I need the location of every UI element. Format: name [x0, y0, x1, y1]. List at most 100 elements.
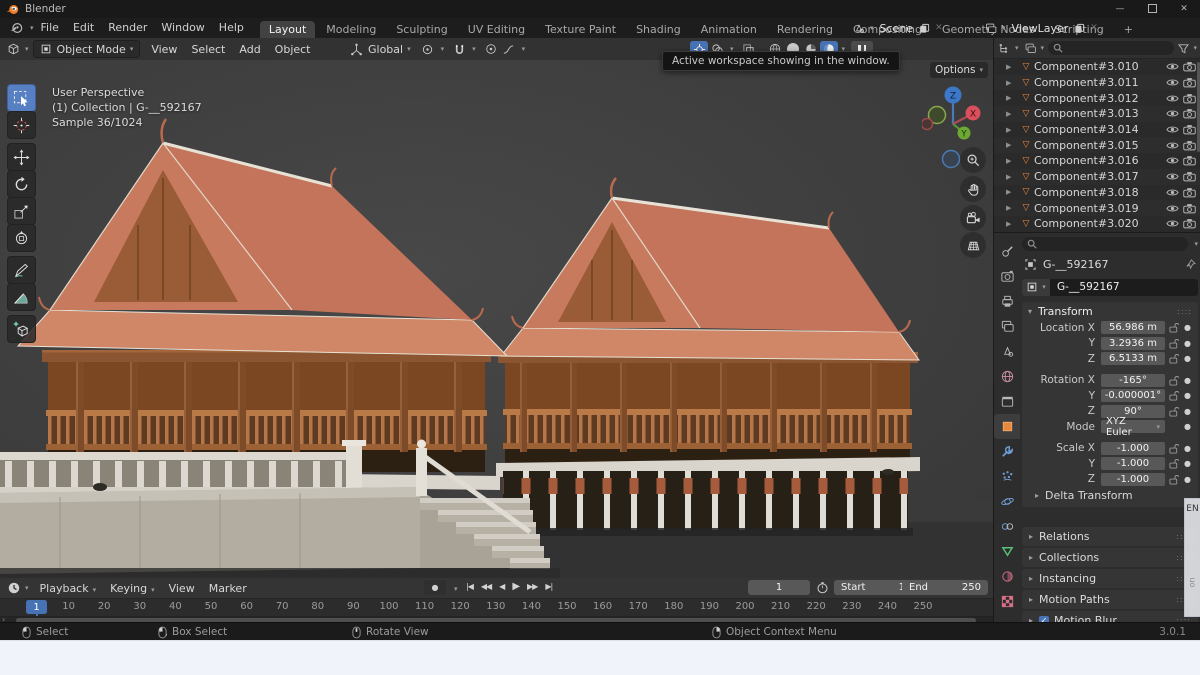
lock-open-icon[interactable]	[1168, 458, 1179, 469]
current-frame-field[interactable]: 1	[748, 580, 810, 595]
animate-dot-icon[interactable]: ●	[1182, 354, 1193, 363]
lock-open-icon[interactable]	[1168, 353, 1179, 364]
properties-tab-collection[interactable]	[994, 389, 1020, 414]
next-keyframe-button[interactable]: ▶▶	[523, 582, 541, 591]
properties-tab-constraints[interactable]	[994, 514, 1020, 539]
stopwatch-icon[interactable]	[816, 581, 829, 594]
outliner-item-label[interactable]: Component#3.011	[1034, 76, 1162, 89]
transform-value-field[interactable]: -1.000	[1101, 472, 1165, 486]
current-frame-indicator[interactable]: 1	[26, 600, 47, 614]
frame-end-field[interactable]: End 250	[902, 580, 988, 595]
properties-tab-tool[interactable]	[994, 239, 1020, 264]
transform-panel-header[interactable]: ▾ Transform ::::	[1022, 302, 1198, 320]
expand-icon[interactable]: ▶	[1006, 173, 1018, 181]
expand-icon[interactable]: ▶	[1006, 157, 1018, 165]
eye-icon[interactable]	[1166, 77, 1179, 88]
lock-open-icon[interactable]	[1168, 322, 1179, 333]
eye-icon[interactable]	[1166, 108, 1179, 119]
prev-frame-button[interactable]: ◀	[495, 582, 508, 591]
close-button[interactable]: ✕	[1168, 0, 1200, 18]
outliner-item[interactable]: ▶ ▽ Component#3.013	[994, 106, 1200, 122]
expand-icon[interactable]: ▶	[1006, 94, 1018, 102]
outliner-editor-icon[interactable]	[998, 42, 1011, 55]
transform-value-field[interactable]: -1.000	[1101, 457, 1165, 471]
transform-value-field[interactable]: -0.000001°	[1101, 389, 1165, 403]
transform-value-field[interactable]: -165°	[1101, 373, 1165, 387]
scene-selector[interactable]: ▾ Scene ✕	[852, 19, 943, 37]
panel-relations[interactable]: ▸Relations::::	[1022, 527, 1198, 546]
panel-instancing[interactable]: ▸Instancing::::	[1022, 569, 1198, 588]
expand-icon[interactable]: ▶	[1006, 204, 1018, 212]
tool-measure[interactable]	[7, 283, 36, 311]
eye-icon[interactable]	[1166, 203, 1179, 214]
new-scene-icon[interactable]	[919, 23, 930, 34]
falloff-icon[interactable]	[500, 41, 518, 57]
tool-cursor[interactable]	[7, 111, 36, 139]
camera-disable-icon[interactable]	[1183, 187, 1196, 198]
pin-icon[interactable]	[1185, 258, 1196, 270]
lock-open-icon[interactable]	[1168, 375, 1179, 386]
rotation-mode-dropdown[interactable]: XYZ Euler ▾	[1101, 416, 1165, 438]
camera-disable-icon[interactable]	[1183, 61, 1196, 72]
transform-value-field[interactable]: 6.5133 m	[1101, 352, 1165, 366]
outliner-item-label[interactable]: Component#3.013	[1034, 107, 1162, 120]
tool-scale[interactable]	[7, 197, 36, 225]
expand-icon[interactable]: ▶	[1006, 110, 1018, 118]
chevron-down-icon[interactable]: ▾	[1194, 240, 1198, 248]
expand-icon[interactable]: ▶	[1006, 126, 1018, 134]
viewlayer-name[interactable]: ViewLayer	[1012, 22, 1069, 35]
prev-keyframe-button[interactable]: ◀◀	[477, 582, 495, 591]
new-viewlayer-icon[interactable]	[1074, 23, 1085, 34]
pan-hand-button[interactable]	[960, 176, 986, 202]
viewport-menu-select[interactable]: Select	[184, 43, 232, 56]
viewport-3d[interactable]: User Perspective (1) Collection | G-__59…	[0, 60, 993, 578]
camera-disable-icon[interactable]	[1183, 140, 1196, 151]
editor-type-icon[interactable]	[6, 42, 21, 56]
animate-dot-icon[interactable]: ●	[1182, 444, 1193, 453]
properties-tab-physics[interactable]	[994, 489, 1020, 514]
outliner-item[interactable]: ▶ ▽ Component#3.014	[994, 122, 1200, 138]
jump-to-end-button[interactable]: ▶|	[541, 582, 556, 591]
outliner-item-label[interactable]: Component#3.018	[1034, 186, 1162, 199]
outliner-item-label[interactable]: Component#3.019	[1034, 202, 1162, 215]
jump-to-start-button[interactable]: |◀	[462, 582, 477, 591]
outliner-item-label[interactable]: Component#3.020	[1034, 217, 1162, 230]
outliner-item[interactable]: ▶ ▽ Component#3.016	[994, 153, 1200, 169]
add-workspace-button[interactable]: +	[1115, 21, 1142, 38]
animate-dot-icon[interactable]: ●	[1182, 376, 1193, 385]
display-mode-icon[interactable]	[1024, 42, 1037, 55]
properties-search-input[interactable]	[1022, 236, 1189, 251]
outliner-item[interactable]: ▶ ▽ Component#3.012	[994, 90, 1200, 106]
eye-icon[interactable]	[1166, 187, 1179, 198]
animate-dot-icon[interactable]: ●	[1182, 407, 1193, 416]
object-name-field[interactable]: G-__592167	[1050, 278, 1198, 296]
workspace-tab-layout[interactable]: Layout	[259, 20, 316, 38]
outliner-item-label[interactable]: Component#3.014	[1034, 123, 1162, 136]
panel-motion-paths[interactable]: ▸Motion Paths::::	[1022, 590, 1198, 609]
outliner-item-label[interactable]: Component#3.012	[1034, 92, 1162, 105]
properties-tab-scene[interactable]	[994, 339, 1020, 364]
outliner-item[interactable]: ▶ ▽ Component#3.011	[994, 74, 1200, 91]
eye-icon[interactable]	[1166, 61, 1179, 72]
menu-window[interactable]: Window	[154, 18, 211, 38]
pivot-point-icon[interactable]	[419, 41, 437, 57]
workspace-tab-modeling[interactable]: Modeling	[317, 21, 385, 38]
play-button[interactable]: ▶	[508, 581, 523, 592]
lock-open-icon[interactable]	[1168, 406, 1179, 417]
eye-icon[interactable]	[1166, 171, 1179, 182]
menu-file[interactable]: File	[34, 18, 66, 38]
expand-icon[interactable]: ▶	[1006, 79, 1018, 87]
outliner-item[interactable]: ▶ ▽ Component#3.020	[994, 216, 1200, 232]
outliner-item-label[interactable]: Component#3.017	[1034, 170, 1162, 183]
properties-tab-texture[interactable]	[994, 589, 1020, 614]
camera-disable-icon[interactable]	[1183, 124, 1196, 135]
camera-view-button[interactable]	[960, 205, 986, 231]
workspace-tab-texture-paint[interactable]: Texture Paint	[536, 21, 625, 38]
animate-dot-icon[interactable]: ●	[1182, 459, 1193, 468]
timeline-menu-keying[interactable]: Keying ▾	[103, 582, 161, 595]
snap-magnet-icon[interactable]	[450, 41, 468, 57]
timeline-editor[interactable]: ▾ Playback ▾ Keying ▾ View Marker ● ▾ |◀ ◀◀ ◀…	[0, 578, 993, 624]
timeline-menu-marker[interactable]: Marker	[202, 582, 254, 595]
properties-tab-output[interactable]	[994, 289, 1020, 314]
outliner-search-input[interactable]	[1048, 41, 1175, 55]
